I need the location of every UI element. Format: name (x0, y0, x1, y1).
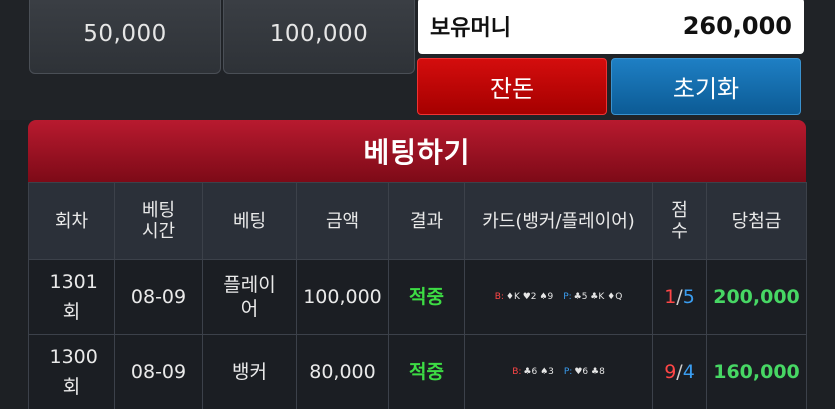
banker-tag: B: (512, 367, 522, 377)
round-cell: 1301회 (28, 259, 115, 335)
chip-50000-button[interactable]: 50,000 (29, 0, 221, 74)
cards-cell: B: ♣6 ♠3 P: ♥6 ♣8 (464, 334, 653, 409)
header-payout: 당첨금 (706, 182, 807, 260)
score-player: 5 (682, 286, 695, 308)
money-display: 보유머니 260,000 (418, 0, 804, 54)
change-button[interactable]: 잔돈 (417, 58, 607, 115)
score-banker: 1 (664, 286, 677, 308)
player-tag: P: (563, 292, 572, 302)
top-area: 50,000 100,000 보유머니 260,000 잔돈 초기화 (0, 0, 835, 120)
player-cards: ♣5 ♣K ♦Q (573, 292, 623, 302)
result-cell: 적중 (388, 259, 465, 335)
round-cell: 1300회 (28, 334, 115, 409)
score-cell: 1/5 (652, 259, 707, 335)
score-player: 4 (682, 361, 695, 383)
score-cell: 9/4 (652, 334, 707, 409)
bet-button[interactable]: 베팅하기 (28, 120, 806, 182)
header-cards: 카드(뱅커/플레이어) (464, 182, 653, 260)
cards-cell: B: ♦K ♥2 ♠9 P: ♣5 ♣K ♦Q (464, 259, 653, 335)
amount-cell: 80,000 (296, 334, 389, 409)
bet-cell: 플레이어 (202, 259, 297, 335)
player-tag: P: (563, 367, 573, 377)
header-round: 회차 (28, 182, 115, 260)
banker-cards: ♣6 ♠3 (523, 367, 554, 377)
amount-cell: 100,000 (296, 259, 389, 335)
table-row: 1300회 08-09 뱅커 80,000 적중 B: ♣6 ♠3 P: ♥6 ♣8 … (28, 334, 807, 409)
banker-tag: B: (494, 292, 504, 302)
table-row: 1301회 08-09 플레이어 100,000 적중 B: ♦K ♥2 ♠9 P:… (28, 259, 807, 335)
time-cell: 08-09 (114, 259, 203, 335)
time-cell: 08-09 (114, 334, 203, 409)
bet-history-table: 회차 베팅시간 베팅 금액 결과 카드(뱅커/플레이어) 점수 당첨금 1301… (28, 182, 807, 409)
header-result: 결과 (388, 182, 465, 260)
header-bet-time: 베팅시간 (114, 182, 203, 260)
reset-button[interactable]: 초기화 (611, 58, 801, 115)
result-cell: 적중 (388, 334, 465, 409)
header-bet: 베팅 (202, 182, 297, 260)
header-score: 점수 (652, 182, 707, 260)
bet-cell: 뱅커 (202, 334, 297, 409)
table-header-row: 회차 베팅시간 베팅 금액 결과 카드(뱅커/플레이어) 점수 당첨금 (28, 182, 807, 260)
player-cards: ♥6 ♣8 (574, 367, 605, 377)
money-label: 보유머니 (430, 16, 511, 41)
header-amount: 금액 (296, 182, 389, 260)
banker-cards: ♦K ♥2 ♠9 (505, 292, 554, 302)
payout-cell: 200,000 (706, 259, 807, 335)
score-banker: 9 (664, 361, 677, 383)
payout-cell: 160,000 (706, 334, 807, 409)
money-value: 260,000 (682, 12, 792, 40)
chip-100000-button[interactable]: 100,000 (223, 0, 415, 74)
